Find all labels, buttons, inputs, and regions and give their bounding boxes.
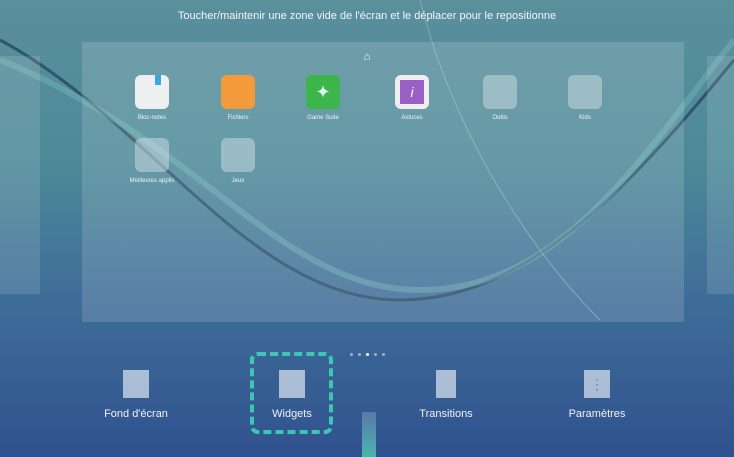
page-indicator [350,353,385,356]
previous-page-preview[interactable] [0,56,40,294]
folder-icon [568,75,602,109]
app-notes[interactable]: Bloc-notes [112,75,192,121]
reposition-hint: Toucher/maintenir une zone vide de l'écr… [177,10,557,22]
app-game-suite[interactable]: ✦ Game Suite [283,75,363,121]
scroll-handle[interactable] [362,412,376,457]
app-tips[interactable]: i Astuces [372,75,452,121]
widgets-highlight [250,352,333,434]
folder-tools[interactable]: Outils [460,75,540,121]
wallpaper-button[interactable]: Fond d'écran [81,370,191,420]
transitions-button[interactable]: Transitions [391,370,501,420]
folder-best-apps[interactable]: Meilleures applis [112,138,192,184]
folder-icon [483,75,517,109]
next-page-preview[interactable] [707,56,734,294]
settings-button[interactable]: ⋮ Paramètres [542,370,652,420]
folder-kids[interactable]: Kids [545,75,625,121]
files-icon [221,75,255,109]
transitions-icon [436,370,456,398]
tips-icon: i [395,75,429,109]
folder-games[interactable]: Jeux [198,138,278,184]
wallpaper-icon [123,370,149,398]
more-vertical-icon: ⋮ [584,370,610,398]
app-files[interactable]: Fichiers [198,75,278,121]
game-suite-icon: ✦ [306,75,340,109]
notes-icon [135,75,169,109]
home-icon[interactable]: ⌂ [361,51,373,63]
folder-icon [221,138,255,172]
folder-icon [135,138,169,172]
